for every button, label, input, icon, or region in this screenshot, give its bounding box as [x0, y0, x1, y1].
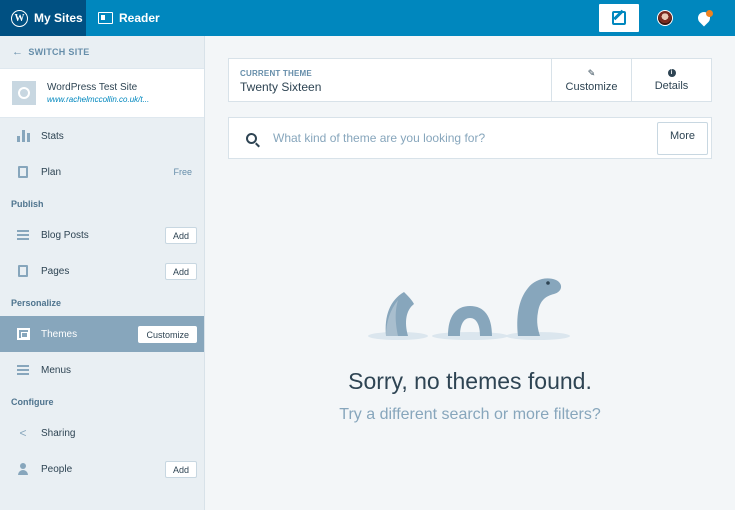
sidebar-item-label: Blog Posts	[41, 229, 89, 241]
posts-icon	[16, 228, 30, 242]
empty-state-subtitle: Try a different search or more filters?	[339, 406, 601, 423]
add-people-button[interactable]: Add	[164, 461, 197, 478]
sidebar-item-pages[interactable]: Pages Add	[0, 253, 204, 289]
write-post-button[interactable]	[599, 4, 639, 32]
water-ripple-2	[432, 332, 508, 340]
share-icon: <	[19, 426, 27, 440]
my-sites-label: My Sites	[34, 11, 83, 25]
brush-icon: ✎	[587, 67, 596, 78]
section-personalize: Personalize	[11, 297, 62, 308]
sidebar-item-label: People	[41, 463, 73, 475]
masterbar: W My Sites Reader	[0, 0, 735, 36]
monster-head	[517, 278, 562, 336]
details-label: Details	[654, 79, 689, 92]
menus-icon	[16, 363, 30, 377]
section-publish: Publish	[11, 198, 44, 209]
theme-search-bar: More	[228, 117, 712, 159]
notification-dot	[706, 10, 713, 17]
themes-icon	[16, 327, 30, 341]
search-icon	[245, 132, 257, 144]
reader-tab[interactable]: Reader	[98, 0, 160, 36]
current-theme-name: Twenty Sixteen	[240, 80, 322, 94]
reader-icon	[98, 12, 113, 24]
sidebar-item-label: Sharing	[41, 427, 76, 439]
theme-search-input[interactable]	[273, 131, 643, 145]
sidebar-item-blog-posts[interactable]: Blog Posts Add	[0, 217, 204, 253]
sidebar-item-label: Stats	[41, 130, 64, 142]
sidebar-item-label: Menus	[41, 364, 72, 376]
arrow-left-icon: ←	[12, 46, 24, 58]
empty-state-title: Sorry, no themes found.	[348, 368, 592, 394]
sidebar-item-label: Pages	[41, 265, 70, 277]
sidebar: ← SWITCH SITE WordPress Test Site www.ra…	[0, 36, 205, 510]
monster-eye	[546, 281, 550, 285]
globe-icon	[18, 87, 30, 99]
switch-site-label: SWITCH SITE	[28, 47, 90, 57]
write-post-icon	[612, 11, 626, 25]
add-blog-post-button[interactable]: Add	[164, 227, 197, 244]
customize-button[interactable]: ✎ Customize	[551, 59, 631, 101]
plan-icon	[16, 165, 30, 179]
site-card[interactable]: WordPress Test Site www.rachelmccollin.c…	[0, 68, 204, 118]
site-url[interactable]: www.rachelmccollin.co.uk/t...	[47, 95, 149, 104]
info-icon: i	[667, 68, 676, 77]
sidebar-item-label: Plan	[41, 166, 62, 178]
sidebar-item-label: Themes	[41, 328, 78, 340]
stats-icon	[16, 129, 30, 143]
sidebar-item-people[interactable]: People Add	[0, 451, 204, 487]
search-button[interactable]	[229, 132, 273, 144]
add-page-button[interactable]: Add	[164, 263, 197, 280]
sidebar-item-menus[interactable]: Menus	[0, 352, 204, 388]
customize-label: Customize	[565, 80, 618, 93]
pages-icon	[16, 264, 30, 278]
reader-label: Reader	[119, 11, 160, 25]
wordpress-logo-icon: W	[11, 9, 28, 27]
sidebar-item-sharing[interactable]: < Sharing	[0, 415, 204, 451]
notifications-button[interactable]	[695, 8, 713, 27]
sidebar-item-themes[interactable]: Themes Customize	[0, 316, 204, 352]
person-icon	[16, 462, 30, 476]
more-filters-button[interactable]: More	[657, 122, 708, 155]
switch-site-link[interactable]: ← SWITCH SITE	[0, 36, 204, 68]
current-theme-label: CURRENT THEME	[240, 69, 312, 78]
customize-theme-button[interactable]: Customize	[138, 326, 197, 343]
section-configure: Configure	[11, 396, 54, 407]
plan-badge: Free	[173, 167, 192, 177]
my-sites-tab[interactable]: W My Sites	[0, 0, 86, 36]
avatar[interactable]	[657, 10, 673, 26]
sidebar-item-plan[interactable]: Plan Free	[0, 154, 204, 190]
sidebar-item-stats[interactable]: Stats	[0, 118, 204, 154]
current-theme-info: CURRENT THEME Twenty Sixteen	[229, 59, 551, 101]
current-theme-bar: CURRENT THEME Twenty Sixteen ✎ Customize…	[228, 58, 712, 102]
site-icon	[12, 81, 36, 105]
monster-hump	[448, 306, 492, 336]
sea-monster-illustration	[368, 278, 570, 340]
details-button[interactable]: i Details	[631, 59, 711, 101]
site-name: WordPress Test Site	[47, 82, 138, 93]
